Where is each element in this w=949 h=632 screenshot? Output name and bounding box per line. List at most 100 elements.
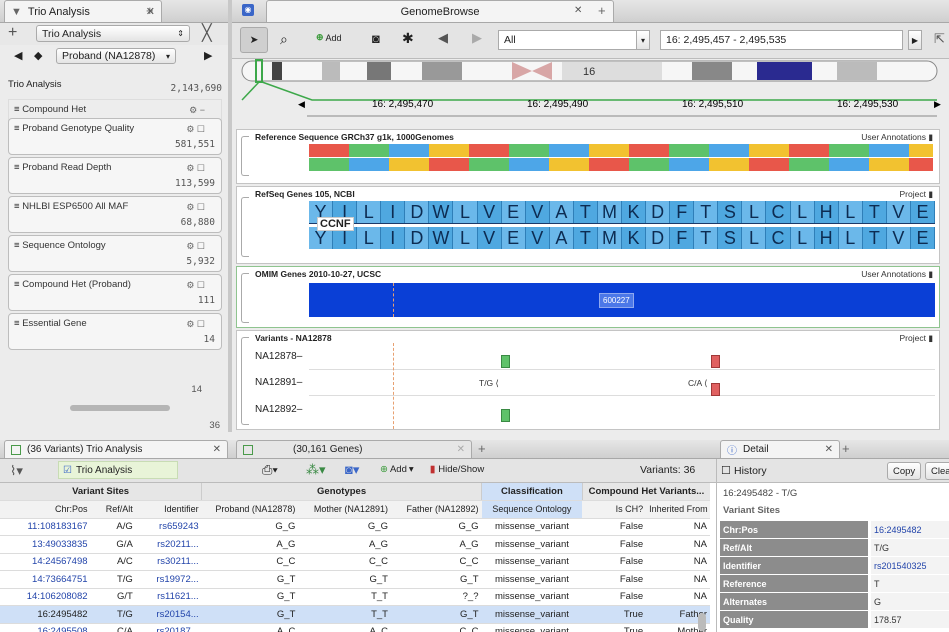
detail-key: Alternates	[720, 593, 868, 610]
close-icon[interactable]: ✕	[213, 444, 221, 455]
camera-icon[interactable]: ◙	[372, 31, 380, 46]
forward-icon[interactable]: ▶	[472, 30, 482, 46]
browser-link-icon[interactable]: ◙▾	[345, 462, 359, 478]
gear-icon[interactable]: ⚙ ☐	[186, 124, 205, 135]
tab-detail[interactable]: ⓘ Detail ✕	[720, 440, 840, 458]
back-icon[interactable]: ◀	[438, 30, 448, 46]
checkbox[interactable]: ☐	[721, 464, 731, 477]
close-icon[interactable]: ✕	[457, 444, 465, 455]
gear-icon[interactable]: ⚙ ☐	[186, 241, 205, 252]
track-bracket	[241, 273, 249, 323]
column-header[interactable]: Father (NA12892)	[390, 500, 482, 519]
ruler-left-arrow-icon[interactable]: ◀	[298, 99, 305, 109]
filter-card[interactable]: ≡ Proband Genotype Quality ⚙ ☐ 581,551	[8, 118, 222, 155]
group-header[interactable]: Variant Sites	[0, 483, 203, 501]
table-row[interactable]: 14:106208082 G/T rs11621... G_T T_T ?_? missen…	[0, 588, 710, 606]
plus-icon[interactable]: +	[8, 24, 17, 42]
column-header[interactable]: Identifier	[135, 500, 202, 519]
group-header[interactable]: Compound Het Variants...	[582, 483, 710, 501]
close-icon[interactable]: ✕	[574, 5, 582, 16]
group-header[interactable]: Genotypes	[201, 483, 482, 501]
table-row[interactable]: 14:24567498 A/C rs30211... C_C C_C C_C missens…	[0, 553, 710, 571]
amino-acid: V	[525, 227, 550, 249]
back-arrow-icon[interactable]: ◀	[14, 49, 22, 62]
ruler-right-arrow-icon[interactable]: ▶	[934, 99, 941, 109]
column-header[interactable]: Ref/Alt	[90, 500, 136, 519]
export-icon[interactable]: ⇱	[934, 31, 945, 47]
filter-card[interactable]: ≡ Compound Het (Proband) ⚙ ☐ 111	[8, 274, 222, 311]
variant-marker[interactable]	[711, 383, 720, 396]
column-header[interactable]: Is CH?	[582, 500, 647, 519]
detail-value[interactable]: rs201540325	[871, 557, 949, 574]
paperclip-icon[interactable]: ⌇▾	[10, 463, 23, 479]
clear-button[interactable]: Clear	[925, 462, 949, 480]
pointer-tool-button[interactable]: ➤	[240, 27, 268, 53]
gene-label[interactable]: CCNF	[317, 217, 354, 231]
filter-card[interactable]: ≡ Sequence Ontology ⚙ ☐ 5,932	[8, 235, 222, 272]
filter-card[interactable]: ≡ Essential Gene ⚙ ☐ 14	[8, 313, 222, 350]
scrollbar[interactable]	[70, 405, 170, 411]
variant-marker[interactable]	[501, 355, 510, 368]
refseq-track[interactable]: RefSeq Genes 105, NCBI Project ▮ YILIDWL…	[236, 186, 940, 264]
filter-card[interactable]: ≡ NHLBI ESP6500 All MAF ⚙ ☐ 68,880	[8, 196, 222, 233]
locus-input[interactable]: 16: 2,495,457 - 2,495,535	[660, 30, 903, 50]
column-header[interactable]: Inherited From	[646, 500, 710, 519]
add-column-button[interactable]: ⊕ Add ▾	[380, 464, 414, 475]
reference-track[interactable]: Reference Sequence GRCh37 g1k, 1000Genom…	[236, 129, 940, 184]
detail-value[interactable]: 16:2495482	[871, 521, 949, 538]
group-icon[interactable]: ⁂▾	[306, 462, 326, 478]
tab-variants[interactable]: (36 Variants) Trio Analysis ✕	[4, 440, 228, 458]
amino-acid: T	[573, 227, 598, 249]
updown-icon: ⇕	[177, 29, 184, 38]
forward-arrow-icon[interactable]: ▶	[204, 49, 212, 62]
gear-icon[interactable]: ⚙ −	[189, 105, 205, 116]
column-header[interactable]: Proband (NA12878)	[201, 500, 299, 519]
table-row[interactable]: 16:2495508 C/A rs20187... A_C A_C C_C missense…	[0, 623, 710, 632]
tab-genomebrowse[interactable]: GenomeBrowse	[266, 0, 614, 22]
column-header[interactable]: Sequence Ontology	[481, 500, 583, 519]
base-cell	[469, 158, 477, 171]
add-tab-icon[interactable]: +	[598, 3, 606, 18]
zoom-icon[interactable]: ⌕	[280, 31, 288, 48]
table-row[interactable]: 16:2495482 T/G rs20154... G_T T_T G_T missense…	[0, 605, 710, 624]
clear-icon[interactable]: ╳	[202, 23, 212, 43]
table-row[interactable]: 11:108183167 A/G rs659243 G_G G_G G_G missense…	[0, 518, 710, 536]
gear-icon[interactable]: ⚙ ☐	[186, 280, 205, 291]
amino-acid: T	[694, 201, 719, 223]
variant-marker[interactable]	[711, 355, 720, 368]
column-header[interactable]: Chr:Pos	[0, 500, 91, 519]
track-select[interactable]: All	[498, 30, 648, 50]
gear-icon[interactable]: ⚙ ☐	[186, 202, 205, 213]
scrollbar[interactable]	[698, 613, 706, 631]
chevron-down-icon[interactable]: ▾	[636, 30, 650, 50]
add-track-button[interactable]: ⊕ Add	[316, 32, 342, 43]
diamond-icon[interactable]: ◆	[34, 49, 42, 62]
column-header[interactable]: Mother (NA12891)	[298, 500, 391, 519]
amino-acid: D	[405, 227, 430, 249]
filter-card[interactable]: ≡ Proband Read Depth ⚙ ☐ 113,599	[8, 157, 222, 194]
table-row[interactable]: 13:49033835 G/A rs20211... A_G A_G A_G missens…	[0, 535, 710, 554]
variants-track[interactable]: Variants - NA12878 Project ▮ NA12878– NA…	[236, 330, 940, 430]
add-tab-icon[interactable]: +	[478, 441, 486, 456]
group-header[interactable]: Classification	[481, 483, 583, 501]
omim-feature[interactable]: 600227	[309, 283, 935, 317]
print-icon[interactable]: ⎙▾	[262, 462, 278, 478]
omim-track[interactable]: OMIM Genes 2010-10-27, UCSC User Annotat…	[236, 266, 940, 328]
go-icon[interactable]: ▶	[908, 30, 922, 50]
copy-button[interactable]: Copy	[887, 462, 921, 480]
gear-icon[interactable]: ⚙ ☐	[186, 319, 205, 330]
base-cell	[597, 158, 605, 171]
table-row[interactable]: 14:73664751 T/G rs19972... G_T G_T G_T missens…	[0, 570, 710, 589]
sample-select[interactable]: Proband (NA12878) ▾	[56, 48, 176, 64]
tab-genes[interactable]: (30,161 Genes) ✕	[236, 440, 472, 458]
add-tab-icon[interactable]: +	[146, 3, 154, 18]
filter-applied[interactable]: ☑ Trio Analysis	[58, 461, 178, 479]
variant-marker[interactable]	[501, 409, 510, 422]
filter-select[interactable]: Trio Analysis ⇕	[36, 25, 190, 42]
add-tab-icon[interactable]: +	[842, 441, 850, 456]
close-icon[interactable]: ✕	[825, 444, 833, 455]
gear-icon[interactable]: ✱	[402, 30, 414, 47]
hide-show-button[interactable]: ▮ Hide/Show	[430, 464, 484, 475]
gear-icon[interactable]: ⚙ ☐	[186, 163, 205, 174]
tab-trio-analysis[interactable]: ▼ Trio Analysis ✕	[4, 0, 162, 22]
